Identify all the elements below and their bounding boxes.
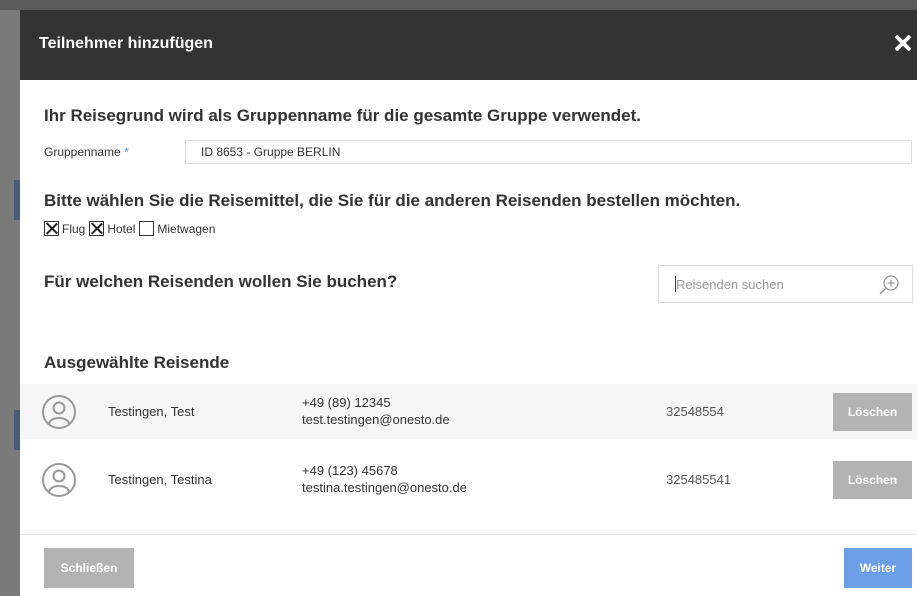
checkbox-label: Flug [62, 221, 86, 236]
travel-means-heading: Bitte wählen Sie die Reisemittel, die Si… [44, 191, 741, 210]
traveler-number: 325485541 [666, 472, 732, 487]
add-participants-modal: Teilnehmer hinzufügen Ihr Reisegrund wir… [20, 10, 917, 596]
background-page-edge [0, 10, 20, 596]
traveler-search-box [658, 265, 913, 303]
group-name-label-text: Gruppenname [44, 145, 121, 159]
delete-button[interactable]: Löschen [833, 393, 912, 431]
close-icon[interactable] [894, 34, 912, 52]
checkbox-hotel[interactable]: Hotel [89, 221, 135, 236]
next-button[interactable]: Weiter [844, 548, 912, 588]
traveler-email: test.testingen@onesto.de [302, 412, 450, 427]
group-name-label: Gruppenname * [44, 145, 129, 159]
delete-button[interactable]: Löschen [833, 461, 912, 499]
group-name-input[interactable] [185, 140, 912, 164]
user-avatar-icon [42, 395, 76, 429]
traveler-phone: +49 (89) 12345 [302, 395, 391, 410]
traveler-search-input[interactable] [676, 275, 866, 293]
zoom-in-icon[interactable] [878, 274, 900, 296]
traveler-contact: +49 (89) 12345 test.testingen@onesto.de [302, 394, 450, 428]
traveler-number: 32548554 [666, 404, 724, 419]
checkbox-flight[interactable]: Flug [44, 221, 85, 236]
checkbox-label: Mietwagen [157, 221, 216, 236]
travel-means-options: Flug Hotel Mietwagen [44, 221, 219, 236]
checkbox-checked-icon [44, 221, 59, 236]
group-heading: Ihr Reisegrund wird als Gruppenname für … [44, 106, 642, 125]
checkbox-rental-car[interactable]: Mietwagen [139, 221, 215, 236]
close-button[interactable]: Schließen [44, 548, 134, 588]
footer-divider [20, 534, 917, 535]
traveler-row: Testingen, Testina +49 (123) 45678 testi… [20, 452, 917, 507]
traveler-name: Testingen, Test [108, 404, 195, 419]
checkbox-label: Hotel [107, 221, 136, 236]
traveler-row: Testingen, Test +49 (89) 12345 test.test… [20, 384, 917, 439]
modal-header: Teilnehmer hinzufügen [20, 10, 917, 80]
background-page-strip [0, 0, 917, 10]
search-heading: Für welchen Reisenden wollen Sie buchen? [44, 272, 398, 291]
checkbox-checked-icon [89, 221, 105, 236]
checkbox-unchecked-icon [139, 221, 155, 236]
traveler-name: Testingen, Testina [108, 472, 212, 487]
traveler-contact: +49 (123) 45678 testina.testingen@onesto… [302, 462, 467, 496]
selected-travelers-heading: Ausgewählte Reisende [44, 353, 230, 372]
modal-title: Teilnehmer hinzufügen [39, 35, 213, 52]
traveler-email: testina.testingen@onesto.de [302, 480, 467, 495]
required-mark: * [124, 145, 129, 159]
user-avatar-icon [42, 463, 76, 497]
traveler-phone: +49 (123) 45678 [302, 463, 398, 478]
